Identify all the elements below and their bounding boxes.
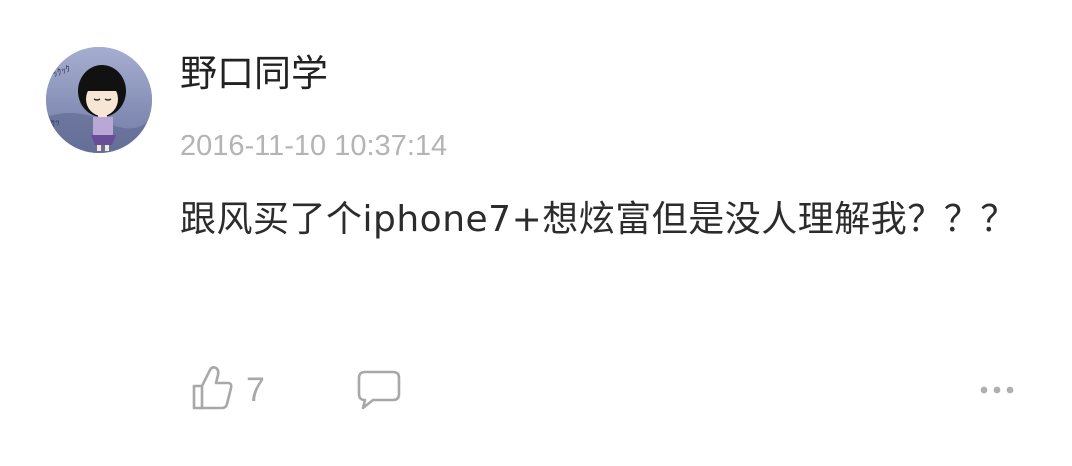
- comment-timestamp: 2016-11-10 10:37:14: [180, 130, 448, 162]
- reply-button[interactable]: [355, 368, 403, 412]
- comment-card: ｯｸｯｸ ｸｯ 野口同学 2016-11-10 10:37:14 跟风买了个ip…: [0, 0, 1072, 466]
- comment-action-bar: 7: [0, 362, 1072, 418]
- avatar-image: ｯｸｯｸ ｸｯ: [46, 47, 152, 153]
- username[interactable]: 野口同学: [180, 48, 328, 100]
- like-button[interactable]: 7: [190, 362, 265, 418]
- comment-text: 跟风买了个iphone7+想炫富但是没人理解我？？？: [180, 199, 1017, 240]
- thumbs-up-icon: [190, 364, 234, 416]
- speech-bubble-icon: [357, 370, 401, 410]
- like-count: 7: [246, 371, 265, 409]
- user-avatar[interactable]: ｯｸｯｸ ｸｯ: [46, 47, 152, 153]
- ellipsis-icon: [980, 386, 1014, 394]
- more-options-button[interactable]: [972, 374, 1022, 406]
